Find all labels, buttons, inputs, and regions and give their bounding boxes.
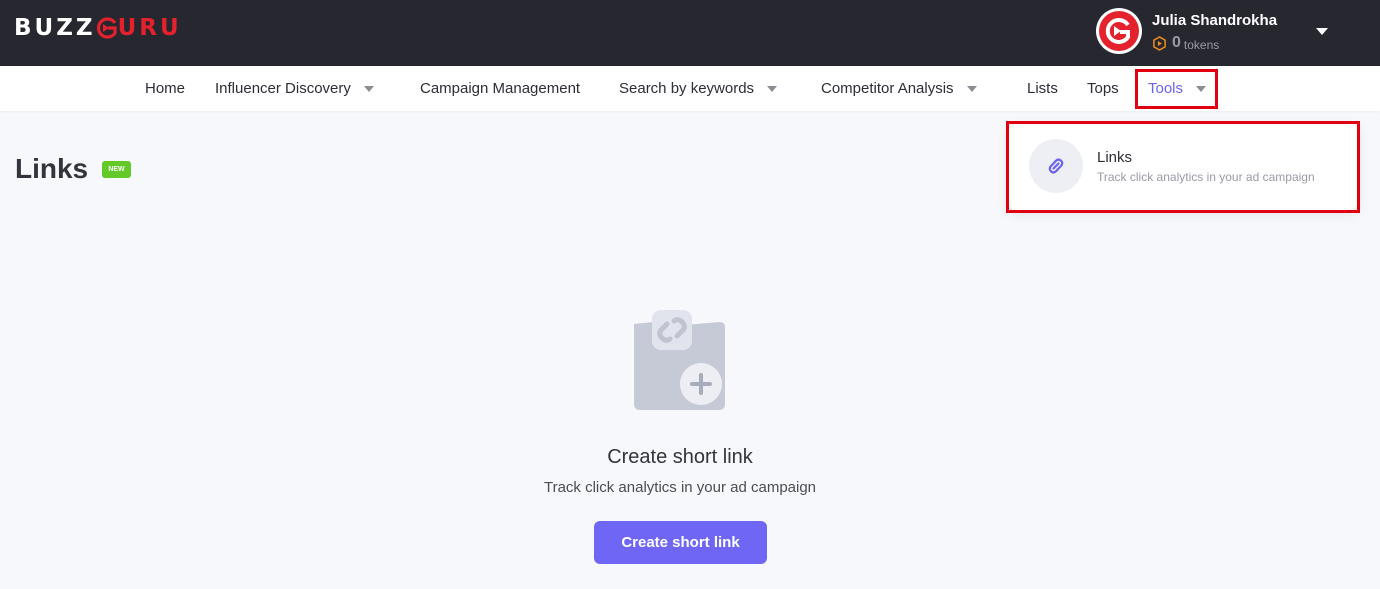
nav-label: Competitor Analysis bbox=[821, 80, 954, 97]
logo-g-play-icon bbox=[96, 17, 117, 39]
buzzguru-avatar-icon bbox=[1099, 11, 1139, 51]
nav-label: Search by keywords bbox=[619, 80, 755, 97]
user-name: Julia Shandrokha bbox=[1152, 12, 1278, 29]
token-unit: tokens bbox=[1183, 37, 1220, 52]
link-icon bbox=[1029, 139, 1083, 193]
nav-tools[interactable]: Tools bbox=[1148, 66, 1207, 111]
nav-label: Campaign Management bbox=[420, 80, 581, 97]
page-title: Links bbox=[15, 153, 89, 184]
tools-dropdown-menu: Links Track click analytics in your ad c… bbox=[1009, 124, 1357, 210]
create-short-link-button[interactable]: Create short link bbox=[594, 521, 767, 564]
nav-campaign-management[interactable]: Campaign Management bbox=[420, 66, 580, 111]
new-badge: NEW bbox=[102, 161, 131, 178]
dropdown-item-description: Track click analytics in your ad campaig… bbox=[1097, 170, 1315, 184]
chevron-down-icon[interactable] bbox=[1316, 28, 1328, 35]
user-menu[interactable]: Julia Shandrokha 0 tokens bbox=[1096, 8, 1356, 56]
nav-label: Lists bbox=[1027, 80, 1058, 97]
nav-label: Tools bbox=[1148, 80, 1184, 97]
dropdown-item-title: Links bbox=[1097, 149, 1133, 166]
nav-home[interactable]: Home bbox=[145, 66, 185, 111]
nav-search-by-keywords[interactable]: Search by keywords bbox=[619, 66, 778, 111]
empty-state-subtitle: Track click analytics in your ad campaig… bbox=[543, 479, 817, 496]
token-count: 0 bbox=[1172, 34, 1181, 51]
token-balance: 0 tokens bbox=[1152, 34, 1219, 52]
nav-competitor-analysis[interactable]: Competitor Analysis bbox=[821, 66, 977, 111]
chevron-down-icon bbox=[966, 86, 977, 92]
nav-tops[interactable]: Tops bbox=[1087, 66, 1119, 111]
nav-label: Tops bbox=[1087, 80, 1119, 97]
nav-lists[interactable]: Lists bbox=[1027, 66, 1058, 111]
logo-text-buzz: BUZZ bbox=[14, 15, 96, 41]
logo-text-uru: URU bbox=[117, 15, 182, 41]
dropdown-item-links[interactable]: Links Track click analytics in your ad c… bbox=[1009, 124, 1357, 210]
chevron-down-icon bbox=[1196, 86, 1207, 92]
nav-label: Influencer Discovery bbox=[215, 80, 351, 97]
nav-label: Home bbox=[145, 80, 186, 97]
avatar[interactable] bbox=[1096, 8, 1142, 54]
chevron-down-icon bbox=[363, 86, 374, 92]
buzzguru-logo[interactable]: BUZZ URU bbox=[14, 15, 182, 41]
empty-state-title: Create short link bbox=[607, 446, 753, 468]
main-nav: Home Influencer Discovery Campaign Manag… bbox=[0, 66, 1380, 111]
top-bar: BUZZ URU Julia Shandrokha 0 tokens bbox=[0, 0, 1380, 66]
chevron-down-icon bbox=[767, 86, 778, 92]
token-coin-icon bbox=[1153, 35, 1166, 51]
nav-influencer-discovery[interactable]: Influencer Discovery bbox=[215, 66, 374, 111]
folder-link-icon bbox=[634, 310, 725, 410]
